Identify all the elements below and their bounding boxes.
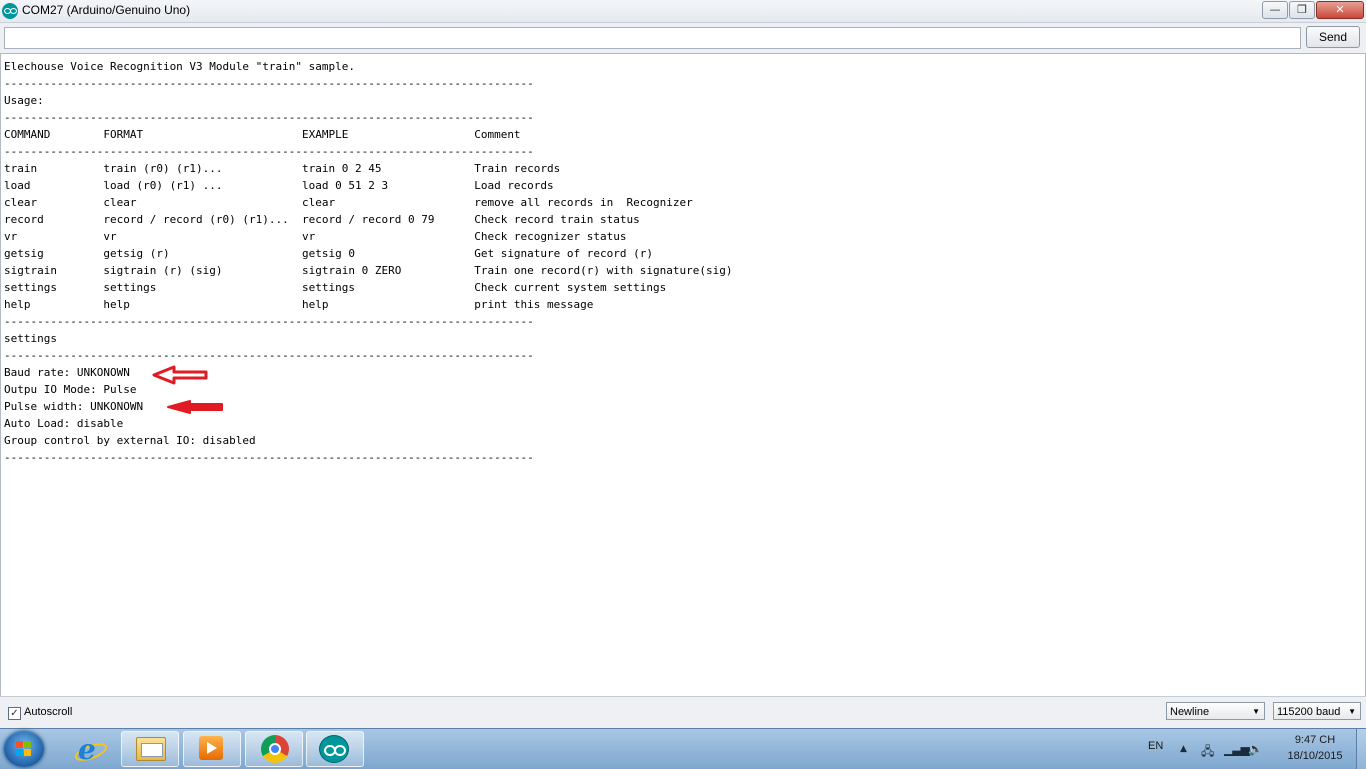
language-indicator[interactable]: EN: [1148, 740, 1163, 752]
line-ending-select[interactable]: Newline ▼: [1166, 702, 1265, 720]
signal-icon[interactable]: ▁▃▅: [1224, 742, 1250, 756]
clock-date[interactable]: 18/10/2015: [1270, 750, 1360, 762]
internet-explorer-icon[interactable]: e: [72, 733, 110, 766]
volume-icon[interactable]: 🔈: [1248, 742, 1263, 756]
taskbar: e EN ▲ 🖧 ▁▃▅ 🔈 9:47 CH 18/10/2015: [0, 728, 1366, 769]
close-button[interactable]: ✕: [1316, 1, 1364, 19]
windows-start-icon[interactable]: [4, 731, 44, 767]
baud-rate-select[interactable]: 115200 baud ▼: [1273, 702, 1361, 720]
line-ending-value: Newline: [1170, 706, 1210, 718]
arduino-icon: [2, 3, 18, 19]
chrome-icon: [261, 735, 289, 763]
tray-chevron-icon[interactable]: ▲: [1180, 744, 1187, 754]
annotation-arrow-pulse: [167, 400, 223, 414]
minimize-button[interactable]: —: [1262, 1, 1288, 19]
title-bar: COM27 (Arduino/Genuino Uno) — ❐ ✕: [0, 0, 1366, 23]
annotation-arrow-baud: [152, 365, 208, 385]
bottom-bar: ✓ Autoscroll Newline ▼ 115200 baud ▼: [0, 696, 1366, 729]
network-icon[interactable]: 🖧: [1201, 742, 1214, 763]
arduino-taskbar-icon: [319, 735, 349, 763]
baud-rate-value: 115200 baud: [1277, 706, 1341, 718]
chevron-down-icon: ▼: [1348, 707, 1356, 716]
send-row: Send: [0, 23, 1366, 53]
clock-time[interactable]: 9:47 CH: [1270, 734, 1360, 746]
autoscroll-checkbox[interactable]: ✓: [8, 707, 21, 720]
chevron-down-icon: ▼: [1252, 707, 1260, 716]
send-button[interactable]: Send: [1306, 26, 1360, 48]
show-desktop-button[interactable]: [1356, 729, 1366, 769]
media-player-icon: [199, 736, 223, 760]
serial-send-input[interactable]: [4, 27, 1301, 49]
window-title: COM27 (Arduino/Genuino Uno): [22, 3, 191, 17]
maximize-button[interactable]: ❐: [1289, 1, 1315, 19]
file-explorer-icon: [136, 737, 166, 761]
autoscroll-label: Autoscroll: [24, 706, 73, 718]
